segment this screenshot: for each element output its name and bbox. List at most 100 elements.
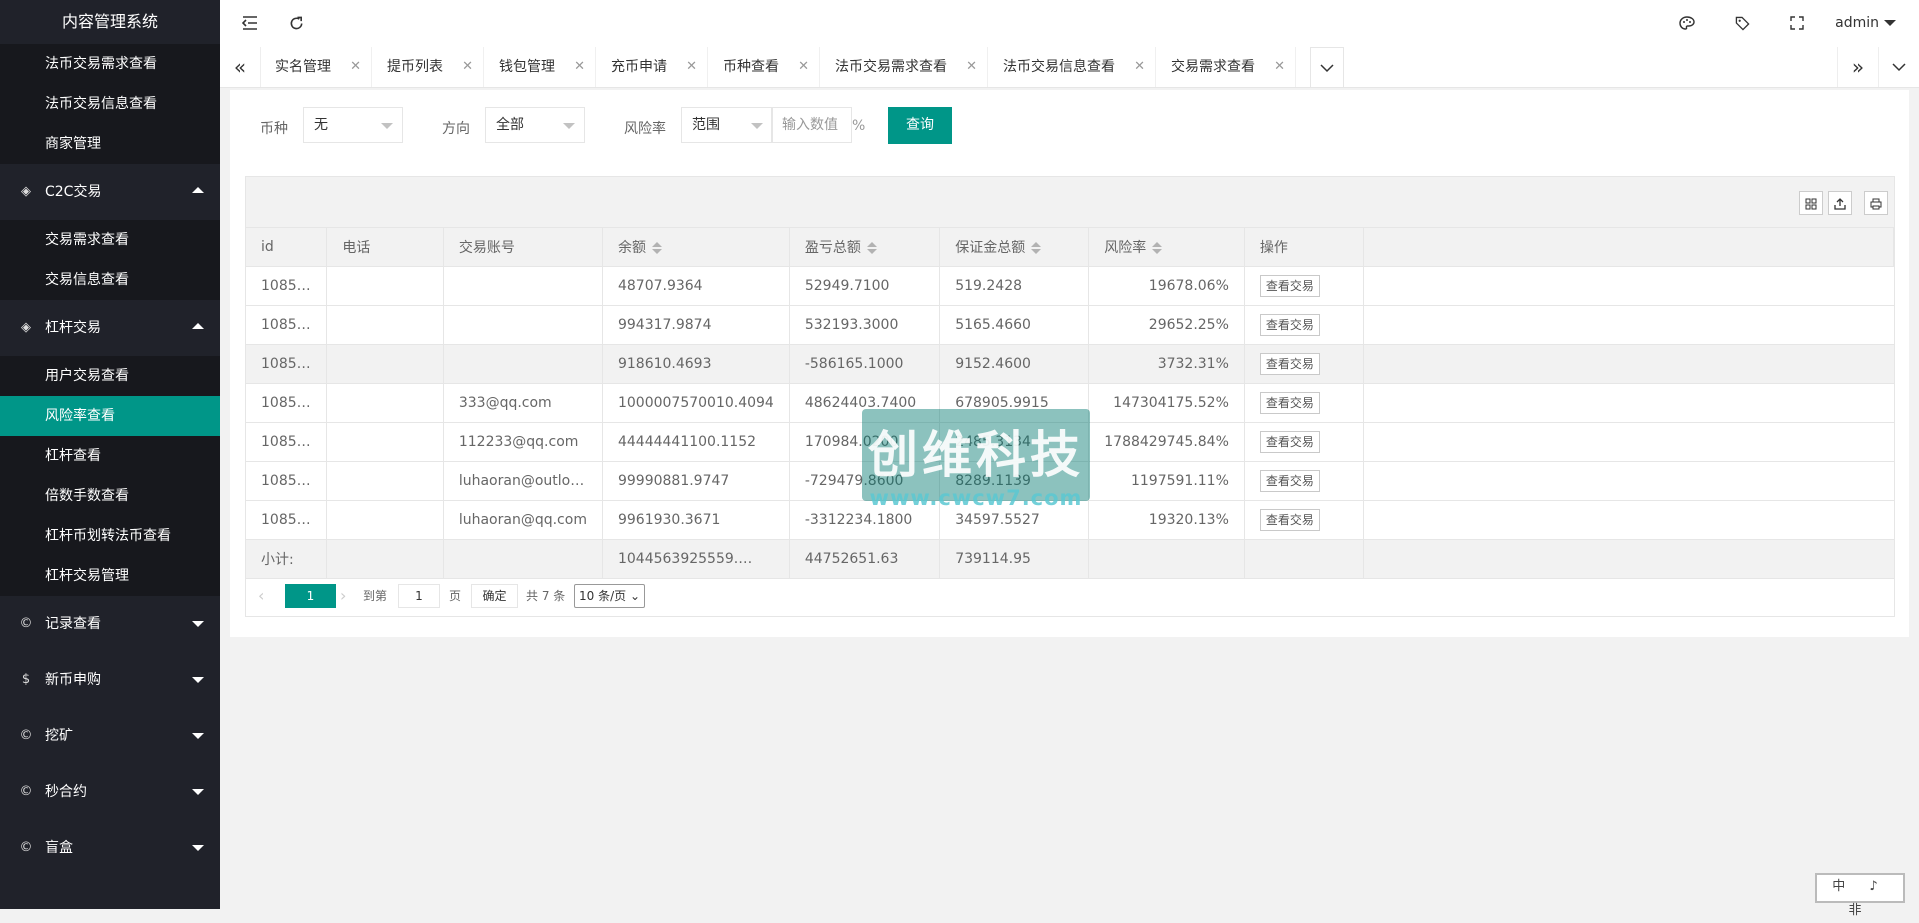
sidebar-group-new-coin[interactable]: $ 新币申购 xyxy=(0,652,220,708)
sidebar-item-fiat-demand[interactable]: 法币交易需求查看 xyxy=(0,44,220,84)
cell-phone xyxy=(326,305,444,345)
sidebar-item-leverage-manage[interactable]: 杠杆交易管理 xyxy=(0,556,220,596)
cell-account: 112233@qq.com xyxy=(443,422,603,462)
close-icon[interactable]: ✕ xyxy=(574,47,585,87)
columns-filter-icon[interactable] xyxy=(1799,191,1823,215)
page-current[interactable]: 1 xyxy=(285,584,336,608)
sidebar-item-fiat-info[interactable]: 法币交易信息查看 xyxy=(0,84,220,124)
tabs-bar: « 实名管理 ✕ 提币列表 ✕ 钱包管理 ✕ 充币申请 ✕ 币种查看 ✕ 法币交易需求查看 ✕ 法币交易… xyxy=(220,47,1919,88)
cell-filler xyxy=(1363,500,1894,540)
view-trades-button[interactable]: 查看交易 xyxy=(1259,469,1320,492)
sidebar: 内容管理系统 法币交易需求查看 法币交易信息查看 商家管理 ◈ C2C交易 交易… xyxy=(0,0,220,909)
search-button[interactable]: 查询 xyxy=(888,107,952,144)
sidebar-group-label: 挖矿 xyxy=(45,728,73,744)
prev-page-icon[interactable]: ‹ xyxy=(258,584,264,608)
close-icon[interactable]: ✕ xyxy=(1274,47,1285,87)
col-header-label: 余额 xyxy=(617,239,646,256)
sidebar-group-records[interactable]: © 记录查看 xyxy=(0,596,220,652)
sidebar-group-leverage[interactable]: ◈ 杠杆交易 xyxy=(0,300,220,356)
record-icon: © xyxy=(19,616,33,631)
tab-fiat-info[interactable]: 法币交易信息查看 ✕ xyxy=(988,47,1156,87)
pagination: ‹ 1 › 到第 1 页 确定 共 7 条 10 条/页 ⌄ xyxy=(246,576,1894,616)
user-menu[interactable]: admin xyxy=(1835,0,1896,46)
table-row: 1085… 994317.9874 532193.3000 5165.4660 2965… xyxy=(246,305,1894,345)
sidebar-group-label: 记录查看 xyxy=(45,616,101,632)
close-icon[interactable]: ✕ xyxy=(798,47,809,87)
chevron-up-icon xyxy=(192,187,204,193)
close-icon[interactable]: ✕ xyxy=(966,47,977,87)
view-trades-button[interactable]: 查看交易 xyxy=(1259,352,1320,375)
sort-icon[interactable] xyxy=(866,241,877,255)
sidebar-group-mining[interactable]: © 挖矿 xyxy=(0,708,220,764)
next-page-icon[interactable]: › xyxy=(340,584,346,608)
chevron-down-icon xyxy=(192,621,204,627)
print-icon[interactable] xyxy=(1864,191,1888,215)
close-icon[interactable]: ✕ xyxy=(350,47,361,87)
cell-risk: 19678.06% xyxy=(1088,266,1245,306)
page-size-select[interactable]: 10 条/页 ⌄ xyxy=(574,584,646,608)
tabs-scroll-right-icon[interactable]: » xyxy=(1837,47,1879,87)
risk-range-select[interactable]: 范围 xyxy=(681,107,773,143)
col-header-phone: 电话 xyxy=(326,228,444,267)
sidebar-item-transfer[interactable]: 杠杆币划转法币查看 xyxy=(0,516,220,556)
tab-fiat-demand[interactable]: 法币交易需求查看 ✕ xyxy=(820,47,988,87)
sidebar-item-multiplier[interactable]: 倍数手数查看 xyxy=(0,476,220,516)
direction-select[interactable]: 全部 xyxy=(485,107,585,143)
menu-fold-icon[interactable] xyxy=(238,0,262,46)
export-icon[interactable] xyxy=(1828,191,1852,215)
sidebar-group-c2c[interactable]: ◈ C2C交易 xyxy=(0,164,220,220)
sort-icon[interactable] xyxy=(1152,241,1163,255)
col-header-balance[interactable]: 余额 xyxy=(602,228,790,267)
sidebar-item-risk-rate[interactable]: 风险率查看 xyxy=(0,396,220,436)
tag-icon[interactable] xyxy=(1730,0,1754,46)
risk-value-input[interactable]: 输入数值 xyxy=(771,107,852,143)
sort-icon[interactable] xyxy=(1031,241,1042,255)
sidebar-group-blindbox[interactable]: © 盲盒 xyxy=(0,820,220,876)
close-icon[interactable]: ✕ xyxy=(1134,47,1145,87)
fullscreen-icon[interactable] xyxy=(1785,0,1809,46)
col-header-risk[interactable]: 风险率 xyxy=(1088,228,1245,267)
sidebar-item-c2c-info[interactable]: 交易信息查看 xyxy=(0,260,220,300)
sort-icon[interactable] xyxy=(651,241,662,255)
view-trades-button[interactable]: 查看交易 xyxy=(1259,430,1320,453)
cell-action: 查看交易 xyxy=(1244,383,1364,423)
watermark-title: 创维科技 xyxy=(868,426,1084,484)
sidebar-item-merchant[interactable]: 商家管理 xyxy=(0,124,220,164)
cell-id: 1085… xyxy=(246,266,328,306)
tab-withdraw[interactable]: 提币列表 ✕ xyxy=(372,47,484,87)
close-icon[interactable]: ✕ xyxy=(462,47,473,87)
col-header-pnl[interactable]: 盈亏总额 xyxy=(789,228,941,267)
tabs-menu-icon[interactable] xyxy=(1878,47,1919,87)
tab-realname[interactable]: 实名管理 ✕ xyxy=(260,47,372,87)
tab-deposit[interactable]: 充币申请 ✕ xyxy=(596,47,708,87)
goto-confirm-button[interactable]: 确定 xyxy=(471,584,518,608)
view-trades-button[interactable]: 查看交易 xyxy=(1259,508,1320,531)
tab-trade-demand[interactable]: 交易需求查看 ✕ xyxy=(1156,47,1296,87)
sidebar-item-leverage-view[interactable]: 杠杆查看 xyxy=(0,436,220,476)
total-margin: 739114.95 xyxy=(939,539,1090,579)
view-trades-button[interactable]: 查看交易 xyxy=(1259,274,1320,297)
tab-wallet[interactable]: 钱包管理 ✕ xyxy=(484,47,596,87)
col-header-margin[interactable]: 保证金总额 xyxy=(939,228,1090,267)
cell-risk: 1788429745.84% xyxy=(1088,422,1245,462)
diamond-icon: ◈ xyxy=(21,320,31,335)
theme-palette-icon[interactable] xyxy=(1675,0,1699,46)
cell-pnl: -586165.1000 xyxy=(789,344,941,384)
close-icon[interactable]: ✕ xyxy=(686,47,697,87)
currency-select[interactable]: 无 xyxy=(303,107,403,143)
refresh-icon[interactable] xyxy=(284,0,308,46)
sidebar-item-user-trades[interactable]: 用户交易查看 xyxy=(0,356,220,396)
cell-id: 1085… xyxy=(246,305,328,345)
input-method-badge[interactable]: 中 ♪ 非 xyxy=(1815,873,1905,918)
tabs-dropdown-icon[interactable] xyxy=(1310,47,1344,88)
view-trades-button[interactable]: 查看交易 xyxy=(1259,313,1320,336)
sidebar-item-c2c-demand[interactable]: 交易需求查看 xyxy=(0,220,220,260)
view-trades-button[interactable]: 查看交易 xyxy=(1259,391,1320,414)
tab-currency[interactable]: 币种查看 ✕ xyxy=(708,47,820,87)
cell-pnl: 52949.7100 xyxy=(789,266,941,306)
goto-page-input[interactable]: 1 xyxy=(398,584,440,608)
cell-balance: 9961930.3671 xyxy=(602,500,790,540)
tab-label: 钱包管理 xyxy=(499,59,555,75)
tabs-scroll-left-icon[interactable]: « xyxy=(220,47,261,87)
sidebar-group-contract[interactable]: © 秒合约 xyxy=(0,764,220,820)
